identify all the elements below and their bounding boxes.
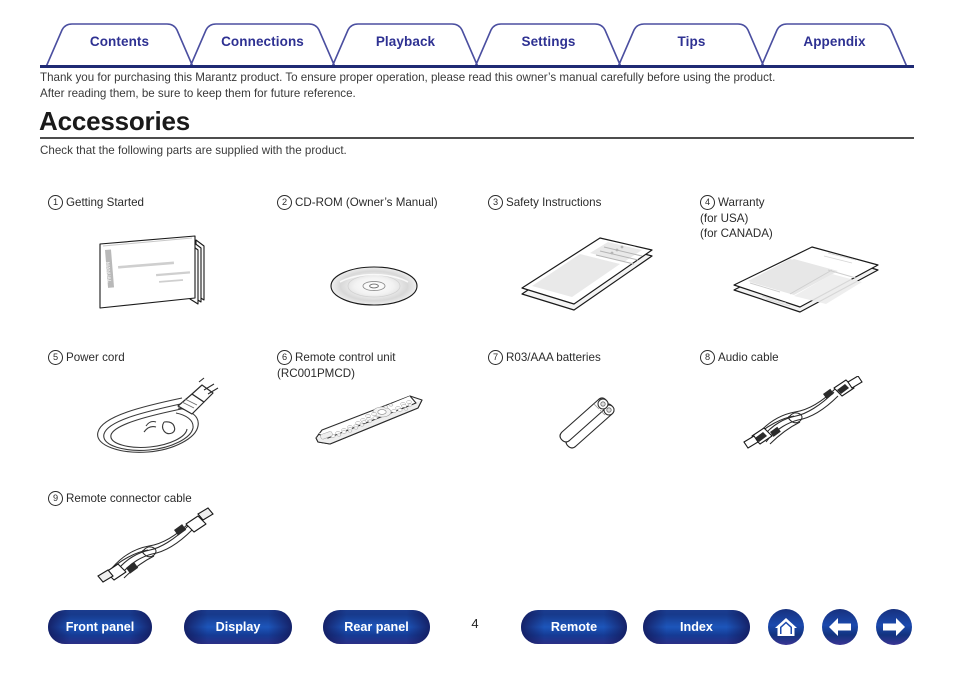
accessory-label: 7 R03/AAA batteries	[488, 335, 688, 366]
footer-button-index[interactable]: Index	[643, 610, 750, 644]
title-rule	[40, 137, 914, 139]
tab-appendix[interactable]: Appendix	[772, 34, 897, 49]
page-subtext: Check that the following parts are suppl…	[40, 144, 347, 157]
item-number: 1	[48, 195, 63, 211]
accessory-label: 9 Remote connector cable	[48, 476, 298, 507]
accessory-item-2: 2 CD-ROM (Owner’s Manual)	[277, 180, 487, 211]
batteries-illustration	[552, 392, 638, 455]
item-text: Audio cable	[718, 351, 779, 365]
booklet-illustration: MANUAL	[92, 228, 212, 333]
accessory-item-9: 9 Remote connector cable	[48, 476, 298, 507]
audio-cable-illustration	[738, 375, 864, 461]
footer-button-label: Index	[680, 620, 713, 634]
forward-button[interactable]	[876, 609, 912, 645]
tab-connections[interactable]: Connections	[200, 34, 325, 49]
item-number: 6	[277, 350, 292, 366]
accessory-item-7: 7 R03/AAA batteries	[488, 335, 688, 366]
item-number: 7	[488, 350, 503, 366]
safety-sheet-illustration	[516, 236, 658, 319]
footer-button-label: Display	[215, 620, 261, 634]
footer-button-label: Front panel	[65, 620, 135, 634]
accessory-label: 4 Warranty (for USA) (for CANADA)	[700, 180, 900, 242]
tab-tips[interactable]: Tips	[629, 34, 754, 49]
page-title: Accessories	[39, 106, 191, 136]
accessory-label: 6 Remote control unit (RC001PMCD)	[277, 335, 487, 381]
footer-button-front-panel[interactable]: Front panel	[48, 610, 152, 644]
warranty-illustration	[728, 246, 883, 321]
arrow-right-icon	[883, 618, 905, 636]
tab-contents[interactable]: Contents	[57, 34, 182, 49]
intro-line-1: Thank you for purchasing this Marantz pr…	[40, 71, 776, 84]
item-number: 5	[48, 350, 63, 366]
accessory-label: 3 Safety Instructions	[488, 180, 688, 211]
accessory-item-1: 1 Getting Started	[48, 180, 248, 211]
accessory-item-4: 4 Warranty (for USA) (for CANADA)	[700, 180, 900, 242]
item-number: 8	[700, 350, 715, 366]
tab-playback[interactable]: Playback	[343, 34, 468, 49]
tab-settings[interactable]: Settings	[486, 34, 611, 49]
item-number: 4	[700, 195, 715, 211]
accessory-item-5: 5 Power cord	[48, 335, 248, 366]
arrow-left-icon	[829, 618, 851, 636]
item-text: R03/AAA batteries	[506, 351, 601, 365]
item-text: Remote connector cable	[66, 492, 192, 506]
item-number: 3	[488, 195, 503, 211]
item-text: Getting Started	[66, 196, 144, 210]
item-text: Power cord	[66, 351, 125, 365]
accessory-label: 1 Getting Started	[48, 180, 248, 211]
accessory-item-8: 8 Audio cable	[700, 335, 900, 366]
intro-paragraph: Thank you for purchasing this Marantz pr…	[40, 70, 920, 101]
item-text: Remote control unit (RC001PMCD)	[277, 351, 396, 380]
item-text: CD-ROM (Owner’s Manual)	[295, 196, 438, 210]
home-icon	[775, 618, 797, 636]
power-cord-illustration	[86, 376, 222, 469]
accessory-item-6: 6 Remote control unit (RC001PMCD)	[277, 335, 487, 381]
page-number: 4	[471, 616, 479, 631]
home-button[interactable]	[768, 609, 804, 645]
cd-rom-illustration	[328, 258, 420, 319]
item-number: 9	[48, 491, 63, 507]
remote-control-illustration	[306, 386, 430, 459]
footer-button-label: Remote	[550, 620, 598, 634]
footer-button-rear-panel[interactable]: Rear panel	[323, 610, 430, 644]
accessory-label: 8 Audio cable	[700, 335, 900, 366]
footer-button-label: Rear panel	[344, 620, 409, 634]
footer-button-display[interactable]: Display	[184, 610, 292, 644]
item-number: 2	[277, 195, 292, 211]
intro-line-2: After reading them, be sure to keep them…	[40, 86, 356, 100]
connector-cable-illustration	[86, 506, 220, 595]
header-rule	[40, 65, 914, 68]
item-text: Safety Instructions	[506, 196, 602, 210]
footer-button-remote[interactable]: Remote	[521, 610, 627, 644]
accessory-item-3: 3 Safety Instructions	[488, 180, 688, 211]
accessory-label: 2 CD-ROM (Owner’s Manual)	[277, 180, 487, 211]
back-button[interactable]	[822, 609, 858, 645]
accessory-label: 5 Power cord	[48, 335, 248, 366]
